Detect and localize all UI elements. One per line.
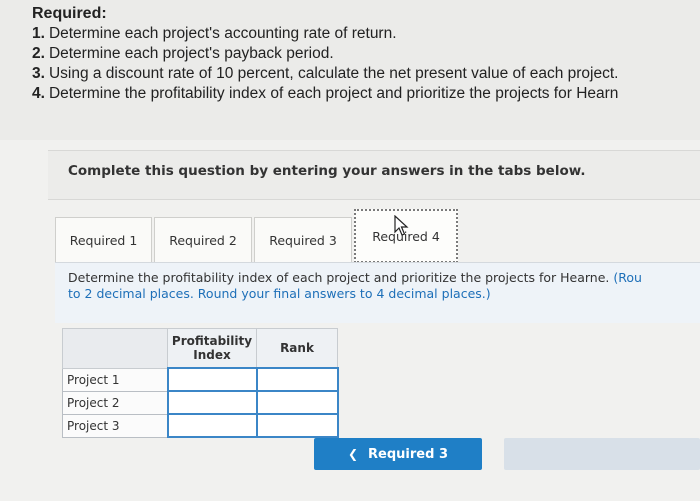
requirements-block: Required: 1. Determine each project's acc…: [32, 4, 618, 104]
profitability-index-input[interactable]: [166, 367, 258, 392]
profitability-index-input[interactable]: [166, 390, 258, 415]
header-profitability-index: Profitability Index: [167, 328, 257, 369]
requirement-item: 4. Determine the profitability index of e…: [32, 85, 619, 102]
row-label: Project 1: [62, 367, 168, 392]
profitability-index-input[interactable]: [166, 413, 258, 438]
table-row: Project 1: [62, 367, 339, 392]
complete-instruction: Complete this question by entering your …: [68, 163, 586, 179]
rank-input[interactable]: [255, 367, 339, 392]
tab-required-2[interactable]: Required 2: [154, 217, 252, 263]
rank-input[interactable]: [255, 390, 339, 415]
profitability-table: Profitability Index Rank Project 1 Proje…: [62, 328, 339, 438]
required-title: Required:: [32, 5, 107, 22]
chevron-left-icon: ❮: [347, 447, 359, 461]
requirement-item: 2. Determine each project's payback perio…: [32, 45, 334, 62]
requirements-list: 1. Determine each project's accounting ra…: [32, 24, 618, 104]
table-corner: [62, 328, 168, 369]
pi-field[interactable]: [168, 392, 256, 413]
rank-field[interactable]: [257, 392, 337, 413]
header-rank: Rank: [256, 328, 338, 369]
row-label: Project 3: [62, 413, 168, 438]
requirement-item: 1. Determine each project's accounting ra…: [32, 25, 397, 42]
rank-field[interactable]: [257, 415, 337, 436]
rank-input[interactable]: [255, 413, 339, 438]
tab-required-3[interactable]: Required 3: [254, 217, 352, 263]
tab-instruction: Determine the profitability index of eac…: [68, 270, 642, 301]
table-row: Project 3: [62, 413, 339, 438]
back-to-required-3-button[interactable]: ❮ Required 3: [314, 438, 482, 470]
row-label: Project 2: [62, 390, 168, 415]
next-button[interactable]: [504, 438, 700, 470]
rank-field[interactable]: [257, 369, 337, 390]
requirement-item: 3. Using a discount rate of 10 percent, c…: [32, 65, 619, 82]
mouse-pointer-icon: [394, 215, 409, 236]
tab-required-1[interactable]: Required 1: [55, 217, 152, 263]
pi-field[interactable]: [168, 415, 256, 436]
table-row: Project 2: [62, 390, 339, 415]
pi-field[interactable]: [168, 369, 256, 390]
